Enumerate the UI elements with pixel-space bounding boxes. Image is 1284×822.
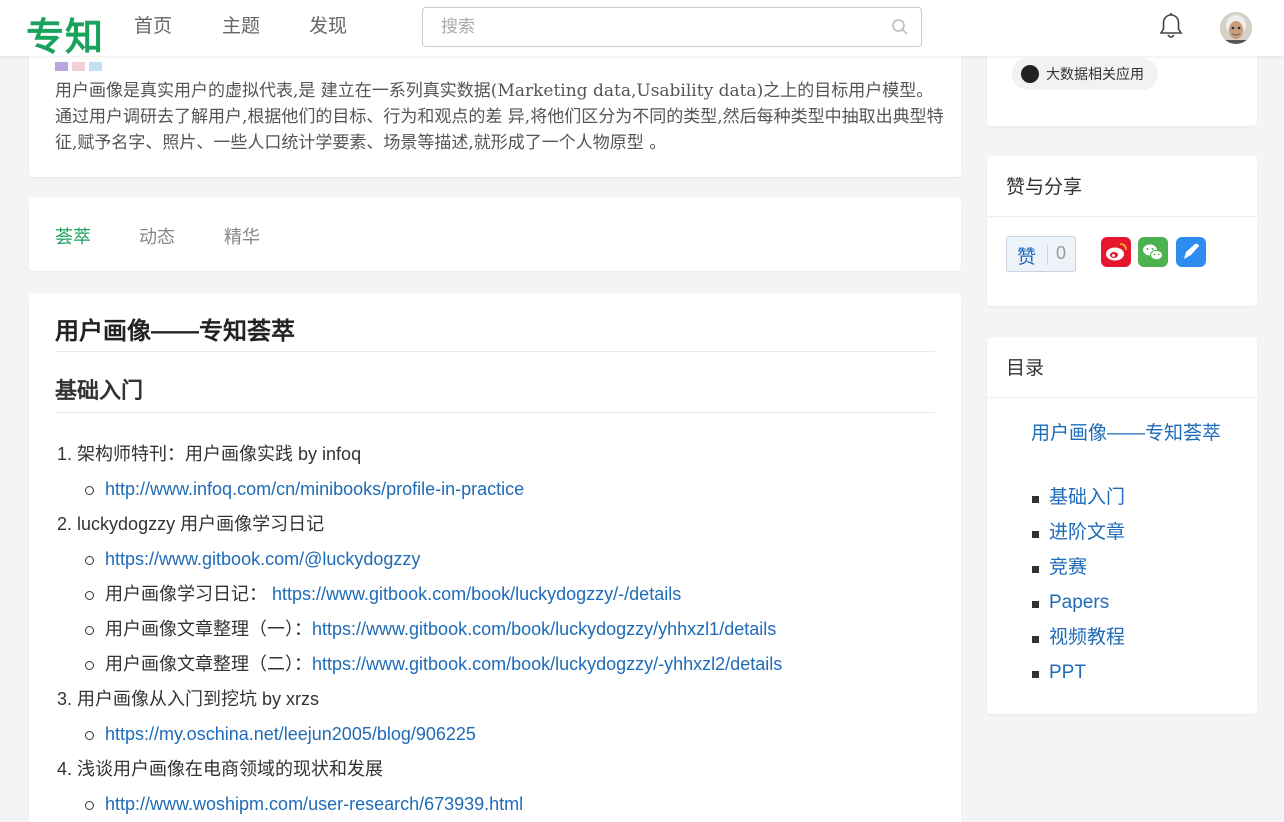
tab-digest[interactable]: 荟萃 xyxy=(55,223,91,249)
share-divider xyxy=(987,216,1257,217)
list-item: 2. luckydogzzy 用户画像学习日记 xyxy=(57,514,325,534)
notification-bell-icon[interactable] xyxy=(1158,12,1184,45)
toc-list: 基础入门 进阶文章 竞赛 Papers 视频教程 PPT xyxy=(1031,482,1125,692)
list-item: 4. 浅谈用户画像在电商领域的现状和发展 xyxy=(57,759,384,779)
resource-link[interactable]: https://my.oschina.net/leejun2005/blog/9… xyxy=(105,724,476,744)
list-subitem: https://www.gitbook.com/@luckydogzzy xyxy=(57,544,937,579)
tag-big-data[interactable]: 大数据相关应用 xyxy=(1012,58,1158,90)
list-subitem: https://my.oschina.net/leejun2005/blog/9… xyxy=(57,719,937,754)
article-content: 用户画像——专知荟萃 基础入门 1. 架构师特刊：用户画像实践 by infoq… xyxy=(29,293,961,822)
resource-link[interactable]: https://www.gitbook.com/book/luckydogzzy… xyxy=(312,654,782,674)
weibo-share-icon[interactable] xyxy=(1101,237,1131,267)
toc-item-competition[interactable]: 竞赛 xyxy=(1031,552,1125,587)
list-item: 3. 用户画像从入门到挖坑 by xrzs xyxy=(57,689,320,709)
like-share-card: 赞与分享 赞 0 xyxy=(987,156,1257,306)
search-box xyxy=(422,7,922,47)
site-logo[interactable]: 专知 xyxy=(26,6,104,61)
list-subitem: 用户画像学习日记： https://www.gitbook.com/book/l… xyxy=(57,579,937,614)
nav-topics[interactable]: 主题 xyxy=(222,0,260,56)
toc-item-papers[interactable]: Papers xyxy=(1031,587,1125,622)
search-icon[interactable] xyxy=(891,18,909,41)
toc-divider xyxy=(987,397,1257,398)
resource-list: 1. 架构师特刊：用户画像实践 by infoq http://www.info… xyxy=(57,439,937,822)
article-title: 用户画像——专知荟萃 xyxy=(55,318,295,345)
share-title: 赞与分享 xyxy=(1006,177,1083,198)
table-of-contents-card: 目录 用户画像——专知荟萃 基础入门 进阶文章 竞赛 Papers 视频教程 P… xyxy=(987,337,1257,714)
tab-featured[interactable]: 精华 xyxy=(224,223,260,249)
title-divider xyxy=(55,351,935,352)
list-subitem: 用户画像文章整理（二）：https://www.gitbook.com/book… xyxy=(57,649,937,684)
resource-link[interactable]: http://www.infoq.com/cn/minibooks/profil… xyxy=(105,479,524,499)
nav-home[interactable]: 首页 xyxy=(134,0,172,56)
resource-link[interactable]: http://www.woshipm.com/user-research/673… xyxy=(105,794,523,814)
toc-main-link[interactable]: 用户画像——专知荟萃 xyxy=(1031,419,1221,448)
like-button[interactable]: 赞 0 xyxy=(1006,236,1076,272)
section-divider xyxy=(55,412,935,413)
nav-discover[interactable]: 发现 xyxy=(309,0,347,56)
tab-activity[interactable]: 动态 xyxy=(139,223,175,249)
resource-link[interactable]: https://www.gitbook.com/book/luckydogzzy… xyxy=(272,584,681,604)
toc-item-videos[interactable]: 视频教程 xyxy=(1031,622,1125,657)
section-heading: 基础入门 xyxy=(55,378,144,403)
user-avatar[interactable] xyxy=(1220,12,1252,44)
like-count: 0 xyxy=(1056,243,1067,263)
top-header: 专知 首页 主题 发现 xyxy=(0,0,1284,59)
toc-item-advanced[interactable]: 进阶文章 xyxy=(1031,517,1125,552)
resource-link[interactable]: https://www.gitbook.com/@luckydogzzy xyxy=(105,549,420,569)
toc-item-basics[interactable]: 基础入门 xyxy=(1031,482,1125,517)
tab-bar: 荟萃 动态 精华 xyxy=(29,197,961,271)
search-input[interactable] xyxy=(423,8,863,46)
other-share-icon[interactable] xyxy=(1176,237,1206,267)
list-subitem: http://www.infoq.com/cn/minibooks/profil… xyxy=(57,474,937,509)
list-item: 1. 架构师特刊：用户画像实践 by infoq xyxy=(57,444,362,464)
list-subitem: 用户画像文章整理（一）：https://www.gitbook.com/book… xyxy=(57,614,937,649)
tag-icon xyxy=(1021,65,1039,83)
toc-title: 目录 xyxy=(1006,358,1045,379)
toc-item-ppt[interactable]: PPT xyxy=(1031,657,1125,692)
list-subitem: http://www.woshipm.com/user-research/673… xyxy=(57,789,937,822)
resource-link[interactable]: https://www.gitbook.com/book/luckydogzzy… xyxy=(312,619,776,639)
intro-description: 用户画像是真实用户的虚拟代表,是 建立在一系列真实数据(Marketing da… xyxy=(55,81,944,153)
wechat-share-icon[interactable] xyxy=(1138,237,1168,267)
